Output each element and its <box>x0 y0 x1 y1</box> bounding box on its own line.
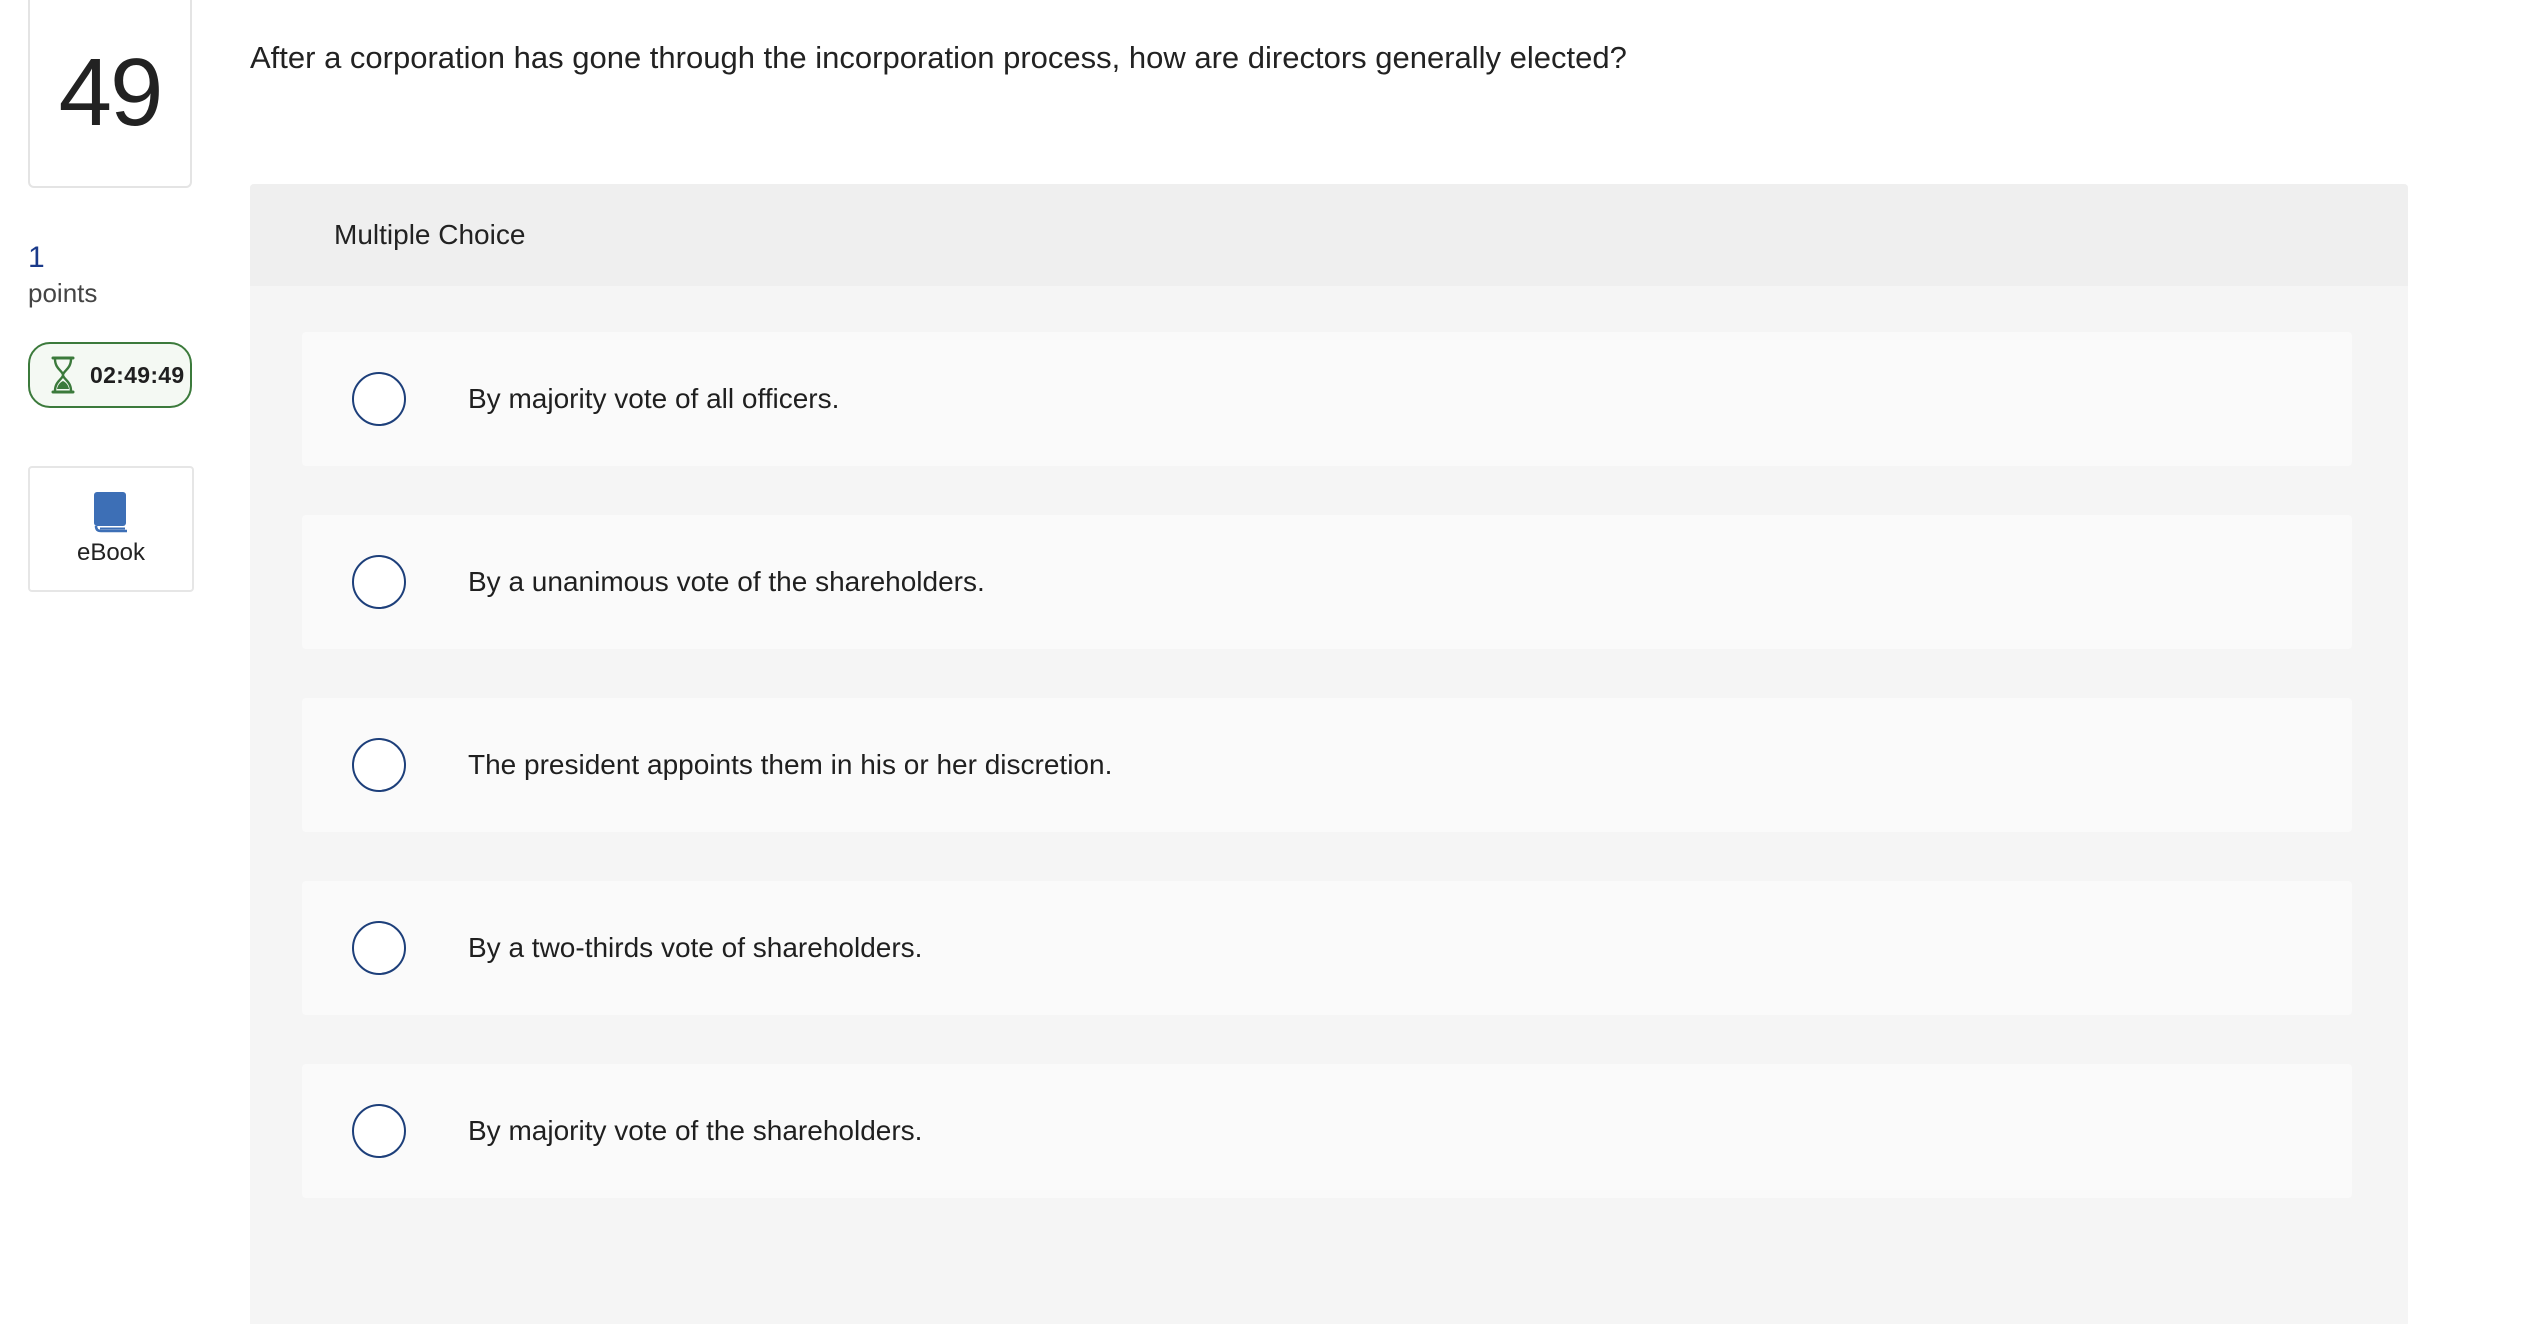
answer-option[interactable]: By majority vote of the shareholders. <box>302 1064 2352 1198</box>
answer-option-label: By majority vote of all officers. <box>468 383 840 414</box>
quiz-page: 49 1 points 02:49:49 eBook After a corpo… <box>0 0 2528 1338</box>
answer-option[interactable]: By a two-thirds vote of shareholders. <box>302 881 2352 1015</box>
radio-button[interactable] <box>352 921 406 975</box>
book-icon <box>92 491 130 533</box>
question-number: 49 <box>28 0 192 188</box>
ebook-button[interactable]: eBook <box>28 466 194 592</box>
ebook-label: eBook <box>76 539 146 566</box>
answer-option-label: By a unanimous vote of the shareholders. <box>468 566 985 597</box>
timer-badge[interactable]: 02:49:49 <box>28 342 192 408</box>
answer-options: By majority vote of all officers. By a u… <box>250 286 2408 1324</box>
answer-option[interactable]: By a unanimous vote of the shareholders. <box>302 515 2352 649</box>
answer-option-label: By majority vote of the shareholders. <box>468 1115 923 1146</box>
points-value: 1 <box>28 241 45 274</box>
answer-option[interactable]: By majority vote of all officers. <box>302 332 2352 466</box>
answer-option-label: By a two-thirds vote of shareholders. <box>468 932 923 963</box>
question-type-header: Multiple Choice <box>250 184 2408 286</box>
answer-option[interactable]: The president appoints them in his or he… <box>302 698 2352 832</box>
multiple-choice-panel: Multiple Choice By majority vote of all … <box>250 184 2408 1324</box>
radio-button[interactable] <box>352 1104 406 1158</box>
question-text: After a corporation has gone through the… <box>250 40 1627 75</box>
points-block: 1 points <box>28 240 97 310</box>
hourglass-icon <box>50 356 76 394</box>
points-label: points <box>28 278 98 308</box>
answer-option-label: The president appoints them in his or he… <box>468 749 1113 780</box>
timer-text: 02:49:49 <box>90 361 185 388</box>
radio-button[interactable] <box>352 555 406 609</box>
radio-button[interactable] <box>352 738 406 792</box>
radio-button[interactable] <box>352 372 406 426</box>
